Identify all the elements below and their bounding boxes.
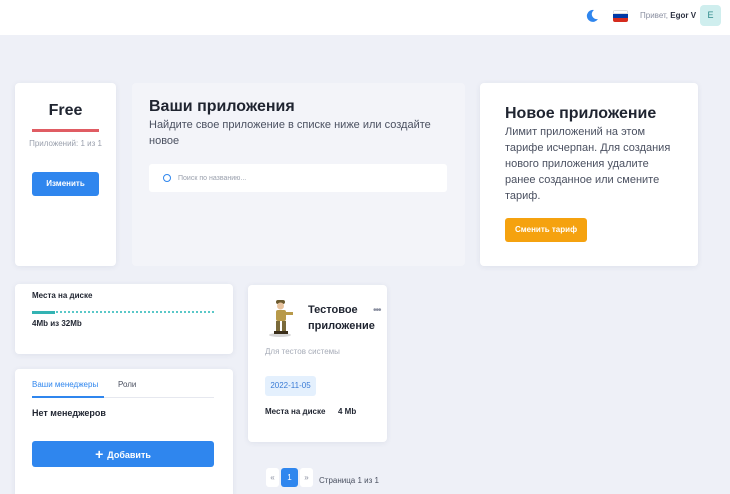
plan-name: Free <box>48 102 83 119</box>
change-tariff-button[interactable]: Сменить тариф <box>505 218 587 242</box>
pagination-next-button[interactable]: » <box>300 468 313 487</box>
top-bar: Привет, Egor V E <box>0 0 730 35</box>
app-name[interactable]: Тестовое приложение <box>308 302 378 334</box>
add-manager-button[interactable]: + Добавить <box>32 441 214 467</box>
apps-title: Ваши приложения <box>149 98 295 115</box>
plus-icon: + <box>95 446 104 462</box>
plan-bar <box>32 129 99 132</box>
russia-flag-icon[interactable] <box>613 10 628 22</box>
user-name: Egor V <box>670 11 697 20</box>
tab-managers[interactable]: Ваши менеджеры <box>32 380 98 389</box>
managers-card: Ваши менеджеры Роли Нет менеджеров + Доба… <box>15 369 233 494</box>
app-disk-label: Места на диске <box>265 407 326 416</box>
disk-progress-track <box>32 311 214 313</box>
empty-managers-text: Нет менеджеров <box>32 408 106 418</box>
plan-card: Free Приложений: 1 из 1 Изменить <box>15 83 116 266</box>
new-app-description: Лимит приложений на этом тарифе исчерпан… <box>505 126 671 202</box>
app-description: Для тестов системы <box>265 347 340 356</box>
disk-progress-fill <box>32 311 55 314</box>
app-logo-icon <box>269 300 293 337</box>
app-card[interactable]: Тестовое приложение ••• Для тестов систе… <box>248 285 387 442</box>
moon-icon[interactable] <box>585 9 599 23</box>
tab-roles[interactable]: Роли <box>118 380 136 389</box>
change-plan-button[interactable]: Изменить <box>32 172 99 196</box>
new-app-title: Новое приложение <box>505 105 657 122</box>
apps-description: Найдите свое приложение в списке ниже ил… <box>149 119 431 147</box>
add-manager-label: Добавить <box>107 450 151 460</box>
user-greeting: Привет, Egor V <box>640 11 696 20</box>
disk-card: Места на диске 4Mb из 32Mb <box>15 284 233 354</box>
new-app-card: Новое приложение Лимит приложений на это… <box>480 83 698 266</box>
search-box[interactable] <box>149 164 447 192</box>
greeting-text: Привет, <box>640 11 669 20</box>
avatar[interactable]: E <box>700 5 721 26</box>
apps-usage: Приложений: 1 из 1 <box>29 139 102 148</box>
pagination-prev-button[interactable]: « <box>266 468 279 487</box>
pagination-label: Страница 1 из 1 <box>319 476 379 485</box>
disk-title: Места на диске <box>32 291 93 300</box>
pagination-page-1[interactable]: 1 <box>281 468 298 487</box>
search-input[interactable] <box>178 171 428 185</box>
active-tab-indicator <box>32 396 104 398</box>
date-badge: 2022-11-05 <box>265 376 316 396</box>
search-icon <box>163 174 171 182</box>
more-dots-icon[interactable]: ••• <box>373 305 381 316</box>
apps-search-card: Ваши приложения Найдите свое приложение … <box>132 83 465 266</box>
app-disk-value: 4 Mb <box>338 407 357 416</box>
disk-value: 4Mb из 32Mb <box>32 319 82 328</box>
